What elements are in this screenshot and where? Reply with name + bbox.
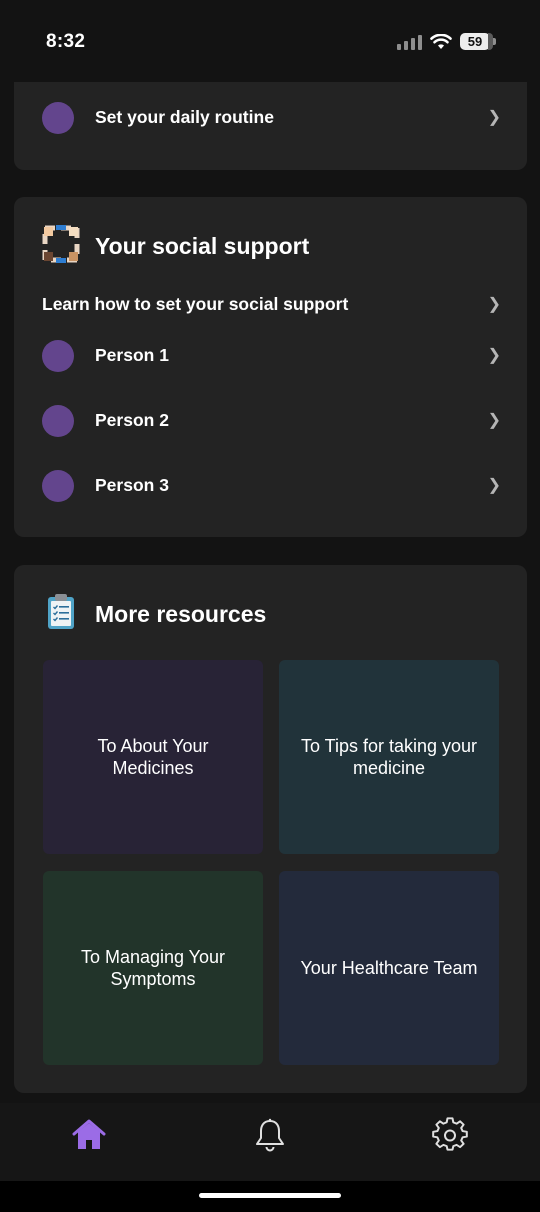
home-icon[interactable] bbox=[71, 1117, 107, 1153]
bottom-nav bbox=[0, 1103, 540, 1181]
wifi-icon bbox=[430, 33, 452, 49]
person-name: Person 2 bbox=[95, 410, 169, 430]
status-bar: 8:32 59 bbox=[0, 0, 540, 90]
routine-item[interactable]: Set your daily routine ❯ bbox=[14, 96, 527, 140]
helping-hands-icon bbox=[42, 225, 80, 263]
social-support-card: Your social support Learn how to set you… bbox=[14, 197, 527, 537]
chevron-right-icon: ❯ bbox=[487, 296, 501, 313]
clipboard-icon bbox=[48, 594, 74, 629]
gear-icon[interactable] bbox=[432, 1117, 468, 1153]
resource-tile-tips-medicine[interactable]: To Tips for taking your medicine bbox=[279, 660, 499, 854]
social-support-title: Your social support bbox=[95, 233, 310, 259]
resource-tile-healthcare-team[interactable]: Your Healthcare Team bbox=[279, 871, 499, 1065]
person-name: Person 1 bbox=[95, 345, 169, 365]
chevron-right-icon: ❯ bbox=[487, 477, 501, 494]
person-avatar bbox=[42, 340, 74, 372]
more-resources-card: More resources To About Your Medicines T… bbox=[14, 565, 527, 1093]
chevron-right-icon: ❯ bbox=[487, 412, 501, 429]
learn-label: Learn how to set your social support bbox=[42, 294, 349, 314]
resource-tile-about-medicines[interactable]: To About Your Medicines bbox=[43, 660, 263, 854]
person-row[interactable]: Person 2 ❯ bbox=[14, 399, 527, 443]
person-row[interactable]: Person 3 ❯ bbox=[14, 464, 527, 508]
chevron-right-icon: ❯ bbox=[487, 347, 501, 364]
routine-avatar bbox=[42, 102, 74, 134]
status-time: 8:32 bbox=[46, 31, 86, 52]
resource-tile-managing-symptoms[interactable]: To Managing Your Symptoms bbox=[43, 871, 263, 1065]
more-resources-title: More resources bbox=[95, 601, 267, 627]
home-bar bbox=[0, 1181, 540, 1212]
battery-icon: 59 bbox=[460, 33, 496, 50]
home-indicator[interactable] bbox=[199, 1193, 341, 1198]
routine-label: Set your daily routine bbox=[95, 107, 274, 127]
status-icons: 59 bbox=[397, 33, 496, 50]
bell-icon[interactable] bbox=[252, 1117, 288, 1153]
battery-level: 59 bbox=[460, 33, 490, 50]
routine-card: Set your daily routine ❯ bbox=[14, 82, 527, 170]
person-row[interactable]: Person 1 ❯ bbox=[14, 334, 527, 378]
signal-icon bbox=[397, 34, 422, 50]
person-name: Person 3 bbox=[95, 475, 169, 495]
person-avatar bbox=[42, 470, 74, 502]
person-avatar bbox=[42, 405, 74, 437]
chevron-right-icon: ❯ bbox=[487, 109, 501, 126]
